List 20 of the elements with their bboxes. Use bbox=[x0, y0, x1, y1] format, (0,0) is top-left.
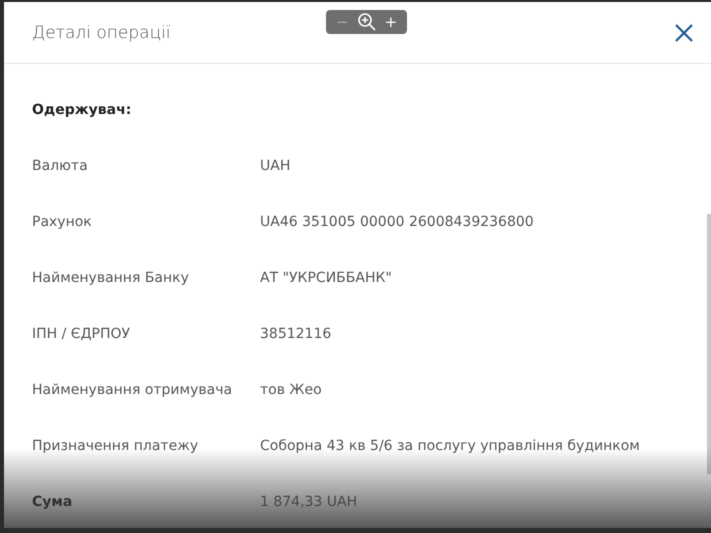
field-label: ІПН / ЄДРПОУ bbox=[32, 326, 132, 342]
field-label: Сума bbox=[32, 494, 74, 510]
field-value: тов Жео bbox=[260, 382, 322, 398]
zoom-icon[interactable] bbox=[356, 12, 377, 32]
field-value: 38512116 bbox=[260, 326, 332, 342]
zoom-in-button[interactable]: + bbox=[380, 13, 402, 31]
scrollbar[interactable] bbox=[707, 214, 711, 474]
field-label: Валюта bbox=[32, 158, 89, 174]
field-value: 1 874,33 UAH bbox=[260, 494, 358, 510]
field-value: Соборна 43 кв 5/6 за послугу управління будинком bbox=[260, 438, 640, 454]
field-label: Призначення платежу bbox=[32, 438, 200, 454]
field-label: Найменування отримувача bbox=[32, 382, 234, 398]
field-value: АТ "УКРСИББАНК" bbox=[260, 270, 392, 286]
dialog-title: Деталі операції bbox=[32, 22, 171, 42]
field-value: UA46 351005 00000 26008439236800 bbox=[260, 214, 534, 230]
field-value: UAH bbox=[260, 158, 290, 174]
section-heading: Одержувач: bbox=[32, 102, 132, 118]
close-icon[interactable] bbox=[674, 22, 694, 42]
field-label: Рахунок bbox=[32, 214, 93, 230]
field-label: Найменування Банку bbox=[32, 270, 190, 286]
